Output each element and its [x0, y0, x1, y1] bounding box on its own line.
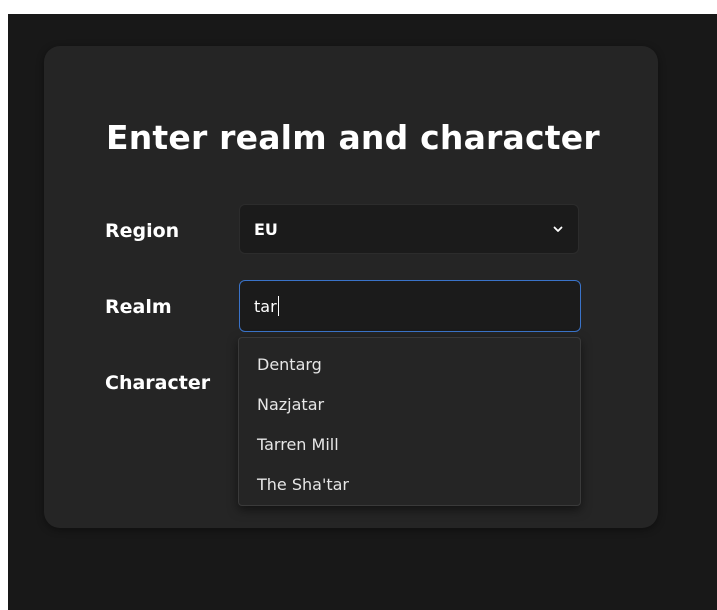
- suggestion-item-tarren-mill[interactable]: Tarren Mill: [239, 424, 580, 464]
- realm-input[interactable]: tar: [239, 280, 581, 332]
- realm-suggestions-dropdown: Dentarg Nazjatar Tarren Mill The Sha'tar: [238, 337, 581, 506]
- region-select[interactable]: EU: [239, 204, 579, 254]
- region-select-value: EU: [254, 219, 278, 239]
- character-label: Character: [105, 372, 211, 394]
- suggestion-item-nazjatar[interactable]: Nazjatar: [239, 384, 580, 424]
- realm-label: Realm: [105, 296, 172, 318]
- region-label: Region: [105, 220, 180, 242]
- chevron-down-icon: [553, 226, 563, 232]
- page-title: Enter realm and character: [106, 118, 600, 157]
- suggestion-item-the-shatar[interactable]: The Sha'tar: [239, 464, 580, 504]
- suggestion-item-dentarg[interactable]: Dentarg: [239, 344, 580, 384]
- realm-input-value: tar: [254, 296, 277, 316]
- text-caret: [277, 296, 279, 316]
